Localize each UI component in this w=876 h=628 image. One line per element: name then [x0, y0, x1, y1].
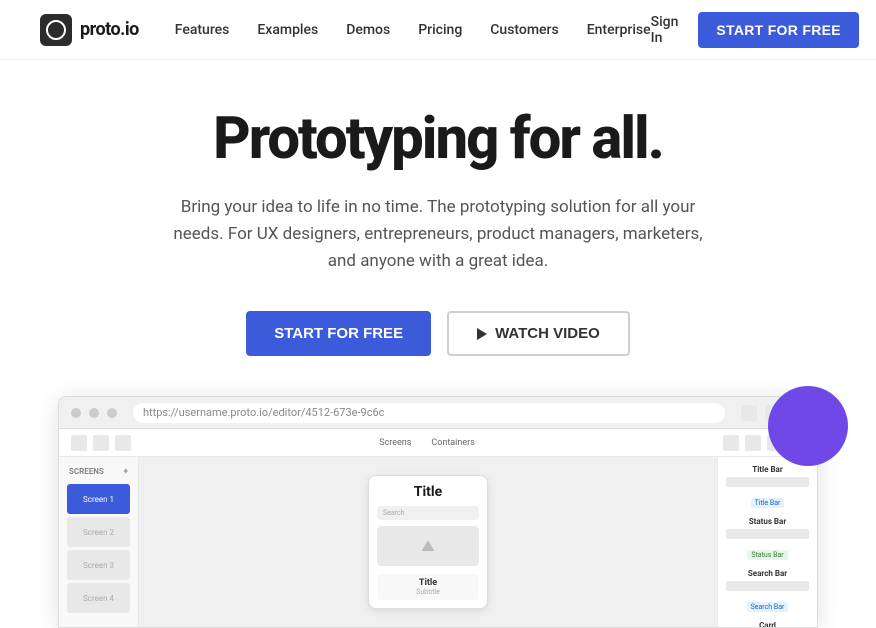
toolbar-icon-2[interactable]	[93, 435, 109, 451]
app-toolbar: Screens Containers	[59, 429, 817, 457]
screen-item-1[interactable]: Screen 1	[67, 484, 130, 514]
main-nav: proto.io Features Examples Demos Pricing…	[0, 0, 876, 60]
browser-dot-red	[71, 408, 81, 418]
nav-item-demos[interactable]: Demos	[346, 22, 390, 38]
inspector-tag-3: Search Bar	[747, 602, 789, 612]
phone-search-bar: Search	[377, 506, 479, 520]
inspector-label-3: Search Bar	[726, 569, 809, 578]
screens-panel: SCREENS + Screen 1 Screen 2 Screen 3 Scr…	[59, 457, 139, 627]
app-preview: https://username.proto.io/editor/4512-67…	[58, 396, 818, 628]
nav-item-enterprise[interactable]: Enterprise	[587, 22, 651, 38]
purple-circle-decoration	[768, 386, 848, 466]
hero-title: Prototyping for all.	[213, 108, 663, 172]
screen-label-4: Screen 4	[83, 594, 114, 603]
toolbar-tab-containers[interactable]: Containers	[423, 436, 482, 450]
screen-item-4[interactable]: Screen 4	[67, 583, 130, 613]
logo[interactable]: proto.io	[40, 14, 139, 46]
inspector-row-3: Search Bar Search Bar	[726, 569, 809, 613]
phone-title: Title	[377, 484, 479, 500]
phone-subtext: Subtitle	[383, 588, 473, 596]
browser-action-icon-1	[741, 405, 757, 421]
nav-item-pricing[interactable]: Pricing	[418, 22, 462, 38]
nav-start-free-button[interactable]: START FOR FREE	[698, 12, 859, 48]
nav-links: Features Examples Demos Pricing Customer…	[175, 22, 651, 38]
hero-subtitle: Bring your idea to life in no time. The …	[158, 194, 718, 276]
logo-mark	[40, 14, 72, 46]
phone-subtitle-area: Title Subtitle	[377, 574, 479, 600]
inspector-label-4: Card	[726, 621, 809, 628]
browser-url-bar[interactable]: https://username.proto.io/editor/4512-67…	[133, 403, 725, 423]
screen-item-3[interactable]: Screen 3	[67, 550, 130, 580]
inspector-tag-2: Status Bar	[747, 550, 787, 560]
hero-section: Prototyping for all. Bring your idea to …	[0, 60, 876, 628]
screens-panel-header: SCREENS +	[63, 465, 134, 478]
phone-image-placeholder: ⛰	[377, 526, 479, 566]
editor-content: SCREENS + Screen 1 Screen 2 Screen 3 Scr…	[59, 457, 817, 627]
inspector-bar-2	[726, 529, 809, 539]
inspector-row-2: Status Bar Status Bar	[726, 517, 809, 561]
screen-label-1: Screen 1	[83, 495, 114, 504]
toolbar-icon-5[interactable]	[745, 435, 761, 451]
url-text: https://username.proto.io/editor/4512-67…	[143, 406, 384, 419]
inspector-label-2: Status Bar	[726, 517, 809, 526]
inspector-row-1: Title Bar Title Bar	[726, 465, 809, 509]
screens-add-icon[interactable]: +	[124, 467, 128, 476]
nav-item-features[interactable]: Features	[175, 22, 230, 38]
phone-search-text: Search	[383, 509, 405, 517]
browser-bar: https://username.proto.io/editor/4512-67…	[59, 397, 817, 429]
cta-buttons: START FOR FREE WATCH VIDEO	[246, 311, 630, 356]
toolbar-tabs: Screens Containers	[371, 436, 483, 450]
nav-actions: Sign In START FOR FREE	[651, 12, 859, 48]
phone-mockup: Title Search ⛰ Title Subtitle	[368, 475, 488, 609]
sign-in-link[interactable]: Sign In	[651, 14, 679, 46]
toolbar-icon-4[interactable]	[723, 435, 739, 451]
canvas-area[interactable]: Title Search ⛰ Title Subtitle	[139, 457, 717, 627]
browser-dot-yellow	[89, 408, 99, 418]
screens-header-label: SCREENS	[69, 467, 104, 476]
inspector-label-1: Title Bar	[726, 465, 809, 474]
phone-subtitle: Title	[383, 578, 473, 588]
inspector-bar-1	[726, 477, 809, 487]
nav-item-customers[interactable]: Customers	[490, 22, 558, 38]
screen-label-3: Screen 3	[83, 561, 114, 570]
play-icon	[477, 328, 487, 340]
watch-video-label: WATCH VIDEO	[495, 325, 600, 342]
inspector-bar-3	[726, 581, 809, 591]
inspector-panel: Title Bar Title Bar Status Bar Status Ba…	[717, 457, 817, 627]
toolbar-icon-1[interactable]	[71, 435, 87, 451]
toolbar-icon-3[interactable]	[115, 435, 131, 451]
hero-watch-video-button[interactable]: WATCH VIDEO	[447, 311, 630, 356]
browser-dot-green	[107, 408, 117, 418]
hero-start-free-button[interactable]: START FOR FREE	[246, 311, 431, 356]
screen-item-2[interactable]: Screen 2	[67, 517, 130, 547]
screen-label-2: Screen 2	[83, 528, 114, 537]
logo-text: proto.io	[80, 19, 139, 40]
toolbar-tab-screens[interactable]: Screens	[371, 436, 419, 450]
inspector-row-4: Card Card	[726, 621, 809, 628]
browser-window: https://username.proto.io/editor/4512-67…	[58, 396, 818, 628]
mountain-icon: ⛰	[421, 536, 434, 556]
nav-item-examples[interactable]: Examples	[257, 22, 318, 38]
